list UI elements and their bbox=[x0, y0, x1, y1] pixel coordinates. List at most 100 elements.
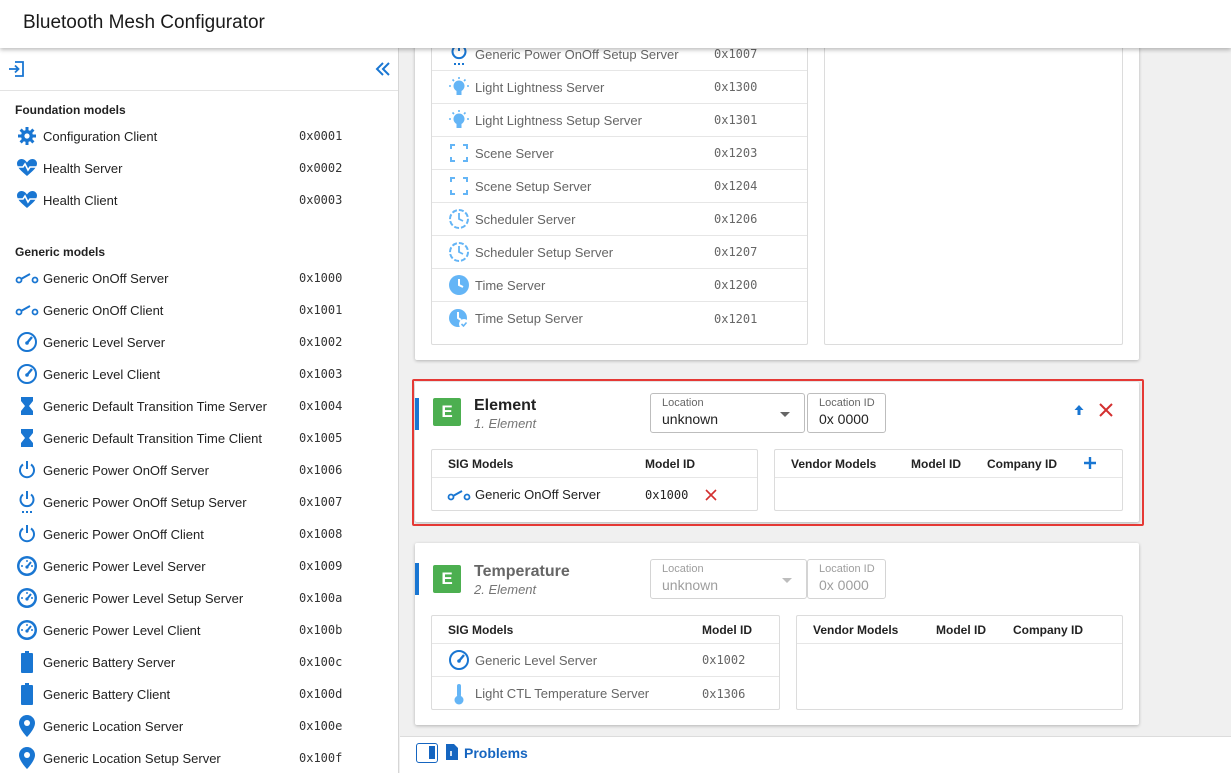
model-id: 0x1206 bbox=[714, 212, 758, 226]
sidebar-model-item[interactable]: Generic Location Server 0x100e bbox=[0, 710, 398, 742]
sidebar-model-item[interactable]: Generic Location Setup Server 0x100f bbox=[0, 742, 398, 773]
sidebar-model-item[interactable]: Generic Battery Server 0x100c bbox=[0, 646, 398, 678]
sidebar-model-item[interactable]: Generic OnOff Client 0x1001 bbox=[0, 294, 398, 326]
table-header: SIG Models Model ID bbox=[432, 616, 779, 644]
model-name: Scheduler Server bbox=[475, 211, 576, 227]
model-id: 0x0003 bbox=[299, 193, 343, 207]
gauge-icon bbox=[15, 330, 39, 354]
model-row[interactable]: Light Lightness Setup Server 0x1301 bbox=[432, 104, 807, 137]
sidebar-model-item[interactable]: Generic Default Transition Time Server 0x… bbox=[0, 390, 398, 422]
sidebar-model-item[interactable]: Generic Power Level Setup Server 0x100a bbox=[0, 582, 398, 614]
table-header: SIG Models Model ID bbox=[432, 450, 757, 478]
speedometer-icon bbox=[15, 586, 39, 610]
collapse-sidebar-icon[interactable] bbox=[373, 59, 393, 79]
model-id: 0x100c bbox=[299, 655, 343, 669]
model-row[interactable]: Generic OnOff Server 0x1000 bbox=[432, 478, 757, 511]
model-row[interactable]: Time Server 0x1200 bbox=[432, 269, 807, 302]
sidebar-model-item[interactable]: Generic Battery Client 0x100d bbox=[0, 678, 398, 710]
model-name: Light Lightness Server bbox=[475, 79, 605, 95]
element-accent-bar bbox=[415, 398, 419, 430]
delete-element-icon[interactable] bbox=[1098, 402, 1114, 423]
vendor-model-id-header: Model ID bbox=[936, 622, 986, 637]
element-subtitle: 2. Element bbox=[474, 582, 537, 597]
model-name: Generic Power Level Server bbox=[43, 558, 206, 574]
sidebar-model-item[interactable]: Generic Power Level Client 0x100b bbox=[0, 614, 398, 646]
problems-tab[interactable]: Problems bbox=[464, 745, 528, 761]
scene-frame-icon bbox=[447, 174, 471, 198]
sidebar-model-item[interactable]: Health Server 0x0002 bbox=[0, 152, 398, 184]
sig-model-rows: Generic OnOff Server 0x1000 bbox=[432, 478, 757, 511]
location-select[interactable]: Location unknown bbox=[650, 559, 807, 599]
model-id: 0x1204 bbox=[714, 179, 758, 193]
model-name: Generic OnOff Server bbox=[43, 270, 169, 286]
model-name: Generic Power OnOff Setup Server bbox=[43, 494, 247, 510]
location-id-input[interactable]: Location ID 0x 0000 bbox=[807, 393, 886, 433]
sidebar-model-item[interactable]: Generic Power OnOff Client 0x1008 bbox=[0, 518, 398, 550]
model-row[interactable]: Scene Setup Server 0x1204 bbox=[432, 170, 807, 203]
model-row[interactable]: Scheduler Server 0x1206 bbox=[432, 203, 807, 236]
sidebar-model-item[interactable]: Generic OnOff Server 0x1000 bbox=[0, 262, 398, 294]
model-name: Generic Level Server bbox=[43, 334, 166, 350]
model-id: 0x100d bbox=[299, 687, 343, 701]
model-id: 0x1201 bbox=[714, 311, 758, 326]
model-name: Generic OnOff Client bbox=[43, 302, 164, 318]
power-icon bbox=[15, 522, 39, 546]
model-id: 0x1009 bbox=[299, 559, 343, 573]
sig-models-table: SIG Models Model ID Generic Level Server… bbox=[431, 615, 780, 710]
location-value: unknown bbox=[662, 577, 719, 593]
model-id: 0x1000 bbox=[645, 487, 689, 502]
company-id-header: Company ID bbox=[987, 456, 1058, 471]
sig-models-header: SIG Models bbox=[448, 456, 514, 471]
location-select[interactable]: Location unknown bbox=[650, 393, 805, 433]
model-row[interactable]: Light CTL Temperature Server 0x1306 bbox=[432, 677, 779, 710]
add-vendor-model-icon[interactable] bbox=[1083, 456, 1097, 473]
remove-model-icon[interactable] bbox=[705, 488, 717, 506]
model-row[interactable]: Scheduler Setup Server 0x1207 bbox=[432, 236, 807, 269]
company-id-header: Company ID bbox=[1013, 622, 1084, 637]
sidebar-model-item[interactable]: Generic Power OnOff Setup Server 0x1007 bbox=[0, 486, 398, 518]
import-icon[interactable] bbox=[6, 59, 26, 79]
lightbulb-icon bbox=[447, 75, 471, 99]
model-name: Generic OnOff Server bbox=[475, 487, 601, 502]
model-id: 0x1006 bbox=[299, 463, 343, 477]
sidebar-model-item[interactable]: Generic Power Level Server 0x1009 bbox=[0, 550, 398, 582]
sidebar-model-item[interactable]: Configuration Client 0x0001 bbox=[0, 120, 398, 152]
model-id: 0x1005 bbox=[299, 431, 343, 445]
model-row[interactable]: Time Setup Server 0x1201 bbox=[432, 302, 807, 335]
element-subtitle: 1. Element bbox=[474, 416, 537, 431]
location-pin-icon bbox=[15, 746, 39, 770]
model-row[interactable]: Generic Level Server 0x1002 bbox=[432, 644, 779, 677]
vendor-models-header: Vendor Models bbox=[813, 622, 899, 637]
model-name: Light Lightness Setup Server bbox=[475, 112, 642, 128]
model-id: 0x100f bbox=[299, 751, 343, 765]
clock-dashed-icon bbox=[447, 240, 471, 264]
hourglass-icon bbox=[15, 426, 39, 450]
model-id-header: Model ID bbox=[702, 622, 752, 637]
model-row[interactable]: Generic Power OnOff Setup Server 0x1007 bbox=[432, 48, 807, 71]
move-up-icon[interactable] bbox=[1072, 403, 1086, 422]
sidebar-model-item[interactable]: Health Client 0x0003 bbox=[0, 184, 398, 216]
sidebar-model-item[interactable]: Generic Level Server 0x1002 bbox=[0, 326, 398, 358]
model-row[interactable]: Scene Server 0x1203 bbox=[432, 137, 807, 170]
main-area: Generic Power OnOff Setup Server 0x1007 Li… bbox=[400, 48, 1231, 736]
model-id: 0x1007 bbox=[714, 48, 758, 61]
model-name: Light CTL Temperature Server bbox=[475, 686, 650, 701]
model-id: 0x1203 bbox=[714, 146, 758, 160]
thermometer-icon bbox=[447, 682, 471, 706]
model-name: Scene Server bbox=[475, 145, 554, 161]
switch-icon bbox=[15, 298, 39, 322]
sidebar-model-item[interactable]: Generic Power OnOff Server 0x1006 bbox=[0, 454, 398, 486]
location-id-input[interactable]: Location ID 0x 0000 bbox=[807, 559, 886, 599]
model-id: 0x100a bbox=[299, 591, 343, 605]
speedometer-icon bbox=[15, 618, 39, 642]
model-id: 0x1300 bbox=[714, 80, 758, 94]
generic-model-list: Generic OnOff Server 0x1000 Generic OnOff … bbox=[0, 262, 398, 773]
model-name: Scene Setup Server bbox=[475, 178, 592, 194]
model-name: Scheduler Setup Server bbox=[475, 244, 614, 260]
model-row[interactable]: Light Lightness Server 0x1300 bbox=[432, 71, 807, 104]
sidebar-model-item[interactable]: Generic Default Transition Time Client 0x… bbox=[0, 422, 398, 454]
hourglass-icon bbox=[15, 394, 39, 418]
model-id: 0x1301 bbox=[714, 113, 758, 127]
sidebar-model-item[interactable]: Generic Level Client 0x1003 bbox=[0, 358, 398, 390]
toggle-panel-icon[interactable] bbox=[416, 743, 438, 763]
